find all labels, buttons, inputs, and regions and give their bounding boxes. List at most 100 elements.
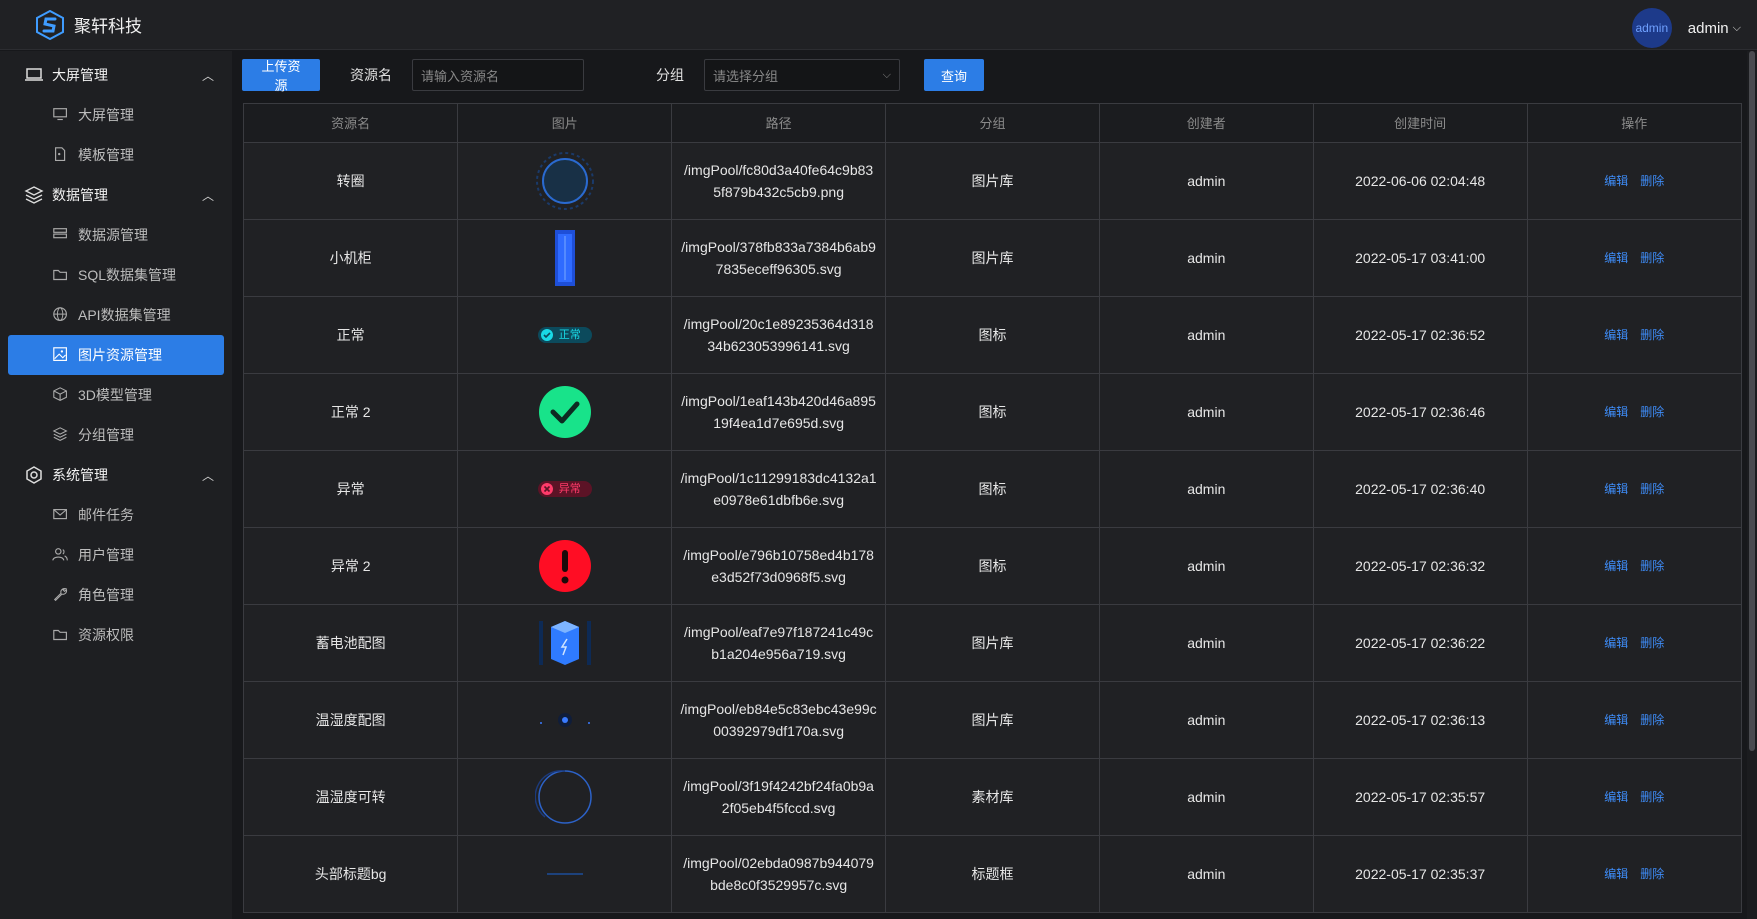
sidebar-item-1-5[interactable]: 分组管理 <box>8 415 224 455</box>
delete-link[interactable]: 删除 <box>1640 713 1664 727</box>
resource-group: 标题框 <box>886 835 1100 912</box>
folder-icon <box>52 626 70 644</box>
resource-image <box>458 527 672 604</box>
scrollbar-thumb[interactable] <box>1749 51 1755 751</box>
file-image-icon <box>52 146 70 164</box>
sidebar-item-0-0[interactable]: 大屏管理 <box>8 95 224 135</box>
edit-link[interactable]: 编辑 <box>1604 174 1628 188</box>
table-row: 转圈/imgPool/fc80d3a40fe64c9b835f879b432c5… <box>244 142 1741 219</box>
sidebar-item-label: 邮件任务 <box>78 505 134 525</box>
logo-icon <box>36 10 64 40</box>
resource-created-time: 2022-05-17 02:36:22 <box>1313 604 1527 681</box>
resource-path: /imgPool/fc80d3a40fe64c9b835f879b432c5cb… <box>672 142 886 219</box>
delete-link[interactable]: 删除 <box>1640 251 1664 265</box>
sidebar-item-0-1[interactable]: 模板管理 <box>8 135 224 175</box>
sidebar-item-1-3[interactable]: 图片资源管理 <box>8 335 224 375</box>
delete-link[interactable]: 删除 <box>1640 328 1664 342</box>
query-button[interactable]: 查询 <box>924 59 984 91</box>
resource-created-time: 2022-05-17 03:41:00 <box>1313 219 1527 296</box>
users-icon <box>52 546 70 564</box>
thumbnail-ring-dark <box>458 143 671 219</box>
edit-link[interactable]: 编辑 <box>1604 559 1628 573</box>
chevron-up-icon[interactable]: ︿ <box>202 187 214 204</box>
chevron-up-icon[interactable]: ︿ <box>202 467 214 484</box>
delete-link[interactable]: 删除 <box>1640 559 1664 573</box>
row-actions: 编辑删除 <box>1527 450 1741 527</box>
upload-button[interactable]: 上传资源 <box>242 59 320 91</box>
resource-group: 图片库 <box>886 142 1100 219</box>
row-actions: 编辑删除 <box>1527 527 1741 604</box>
row-actions: 编辑删除 <box>1527 296 1741 373</box>
resource-created-time: 2022-05-17 02:35:57 <box>1313 758 1527 835</box>
edit-link[interactable]: 编辑 <box>1604 867 1628 881</box>
resource-path: /imgPool/02ebda0987b944079bde8c0f3529957… <box>672 835 886 912</box>
sidebar-item-label: 分组管理 <box>78 425 134 445</box>
edit-link[interactable]: 编辑 <box>1604 482 1628 496</box>
avatar[interactable]: admin <box>1632 8 1672 48</box>
column-header: 操作 <box>1527 104 1741 142</box>
resource-group: 图片库 <box>886 604 1100 681</box>
resource-path: /imgPool/378fb833a7384b6ab97835eceff9630… <box>672 219 886 296</box>
thumbnail-badge-error: 异常 <box>458 451 671 527</box>
resource-group: 图标 <box>886 527 1100 604</box>
resource-name: 头部标题bg <box>244 835 458 912</box>
resource-creator: admin <box>1099 219 1313 296</box>
sidebar-item-1-0[interactable]: 数据源管理 <box>8 215 224 255</box>
sidebar-group-1[interactable]: 数据管理︿ <box>0 175 232 215</box>
sidebar-item-2-1[interactable]: 用户管理 <box>8 535 224 575</box>
resource-name: 正常 2 <box>244 373 458 450</box>
sidebar-item-label: 图片资源管理 <box>78 345 162 365</box>
user-menu[interactable]: admin admin ⌵ <box>1632 8 1741 48</box>
resource-image: 异常 <box>458 450 672 527</box>
resource-creator: admin <box>1099 527 1313 604</box>
resource-name: 温湿度可转 <box>244 758 458 835</box>
delete-link[interactable]: 删除 <box>1640 405 1664 419</box>
sidebar-item-1-2[interactable]: API数据集管理 <box>8 295 224 335</box>
database-icon <box>52 226 70 244</box>
group-label: 分组 <box>656 65 684 85</box>
edit-link[interactable]: 编辑 <box>1604 713 1628 727</box>
sidebar-item-2-3[interactable]: 资源权限 <box>8 615 224 655</box>
sidebar-item-1-4[interactable]: 3D模型管理 <box>8 375 224 415</box>
gear-icon <box>24 465 44 485</box>
chevron-up-icon[interactable]: ︿ <box>202 67 214 84</box>
sidebar-item-2-2[interactable]: 角色管理 <box>8 575 224 615</box>
thumbnail-alert-circle <box>458 528 671 604</box>
delete-link[interactable]: 删除 <box>1640 174 1664 188</box>
column-header: 图片 <box>458 104 672 142</box>
delete-link[interactable]: 删除 <box>1640 790 1664 804</box>
edit-link[interactable]: 编辑 <box>1604 251 1628 265</box>
resource-name: 温湿度配图 <box>244 681 458 758</box>
thumbnail-ring-thin <box>458 759 671 835</box>
edit-link[interactable]: 编辑 <box>1604 636 1628 650</box>
sidebar-item-label: SQL数据集管理 <box>78 265 176 285</box>
delete-link[interactable]: 删除 <box>1640 482 1664 496</box>
resource-created-time: 2022-05-17 02:36:52 <box>1313 296 1527 373</box>
folder-icon <box>52 266 70 284</box>
column-header: 路径 <box>672 104 886 142</box>
edit-link[interactable]: 编辑 <box>1604 790 1628 804</box>
name-search-input[interactable]: 请输入资源名 <box>412 59 584 91</box>
sidebar-group-2[interactable]: 系统管理︿ <box>0 455 232 495</box>
table-row: 异常异常/imgPool/1c11299183dc4132a1e0978e61d… <box>244 450 1741 527</box>
row-actions: 编辑删除 <box>1527 373 1741 450</box>
edit-link[interactable]: 编辑 <box>1604 328 1628 342</box>
toolbar: 上传资源 资源名 请输入资源名 分组 请选择分组 ⌵ 查询 <box>242 59 984 91</box>
sidebar-item-label: 用户管理 <box>78 545 134 565</box>
sidebar-item-2-0[interactable]: 邮件任务 <box>8 495 224 535</box>
sidebar-item-label: 模板管理 <box>78 145 134 165</box>
globe-icon <box>52 306 70 324</box>
chevron-down-icon[interactable]: ⌵ <box>1733 22 1741 35</box>
resource-created-time: 2022-06-06 02:04:48 <box>1313 142 1527 219</box>
row-actions: 编辑删除 <box>1527 219 1741 296</box>
delete-link[interactable]: 删除 <box>1640 867 1664 881</box>
user-name[interactable]: admin <box>1688 20 1729 37</box>
sidebar-group-0[interactable]: 大屏管理︿ <box>0 55 232 95</box>
sidebar-item-1-1[interactable]: SQL数据集管理 <box>8 255 224 295</box>
edit-link[interactable]: 编辑 <box>1604 405 1628 419</box>
scrollbar[interactable] <box>1747 51 1757 919</box>
group-select[interactable]: 请选择分组 ⌵ <box>704 59 900 91</box>
app-logo[interactable]: 聚轩科技 <box>36 10 142 40</box>
delete-link[interactable]: 删除 <box>1640 636 1664 650</box>
sidebar-item-label: 数据源管理 <box>78 225 148 245</box>
